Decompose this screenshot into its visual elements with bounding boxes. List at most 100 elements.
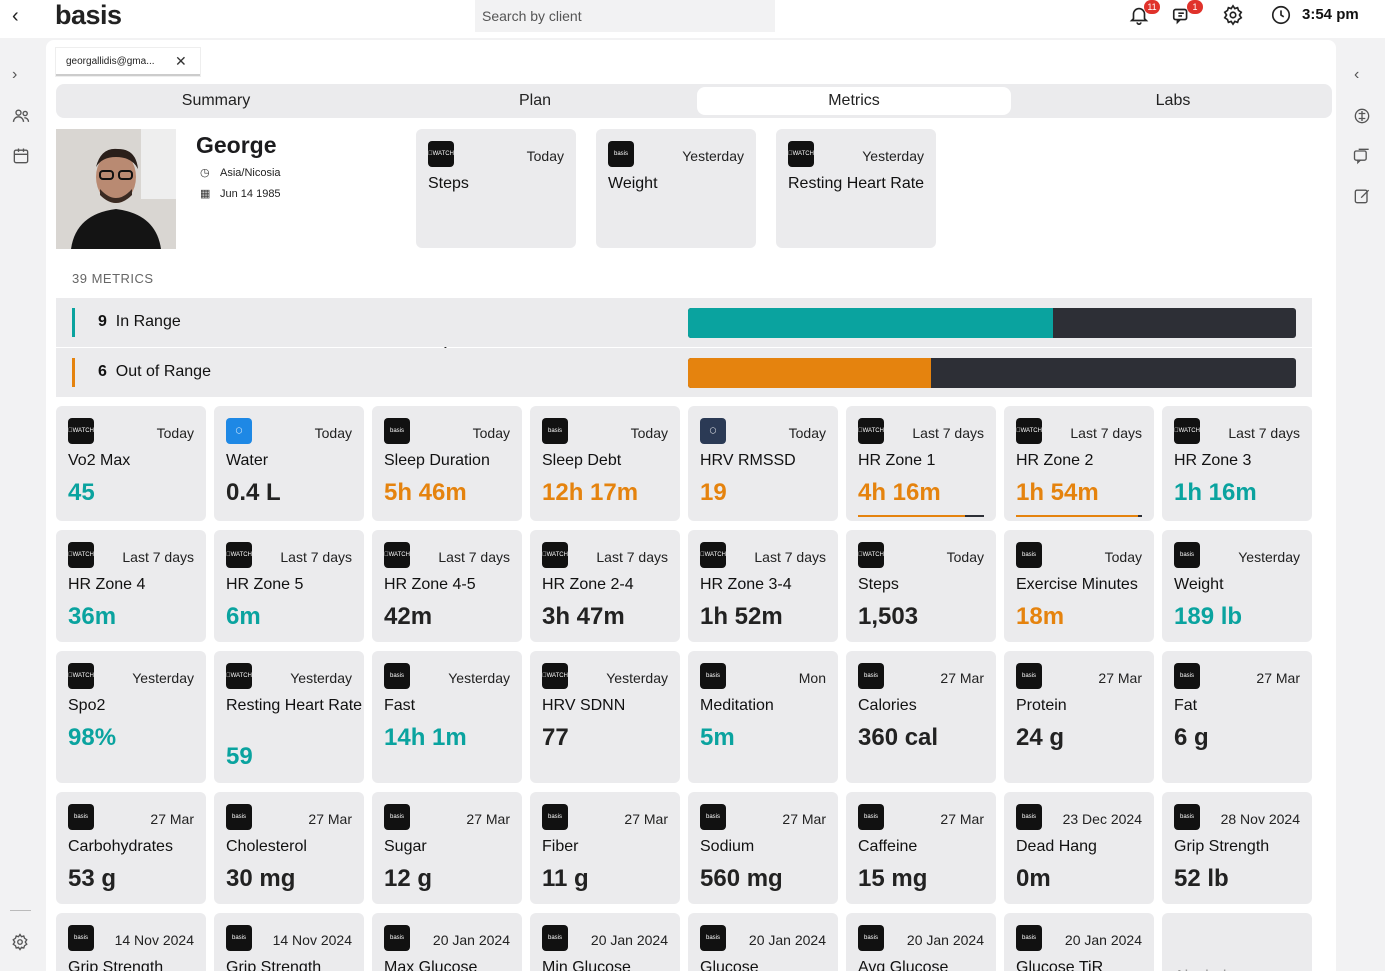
metric-card[interactable]: ◯ Today Water 0.4 L	[214, 406, 364, 521]
metric-value: 189 lb	[1174, 603, 1243, 630]
metric-card[interactable]: WATCH Last 7 days HR Zone 2-4 3h 47m	[530, 530, 680, 642]
metric-card[interactable]: basis 20 Jan 2024 Avg Glucose	[846, 913, 996, 971]
metric-card[interactable]: WATCH Last 7 days HR Zone 4 36m	[56, 530, 206, 642]
metric-time: 20 Jan 2024	[432, 932, 510, 948]
metric-card[interactable]: basis 27 Mar Caffeine 15 mg	[846, 792, 996, 904]
metric-card[interactable]: basis Mon Meditation 5m	[688, 651, 838, 783]
metric-card[interactable]: basisYesterdayWeight189 lb	[596, 129, 756, 353]
metric-card[interactable]: basis Today Sleep Debt 12h 17m	[530, 406, 680, 521]
metric-time: Today	[156, 425, 194, 441]
metric-card[interactable]: basis Today Sleep Duration 5h 46m	[372, 406, 522, 521]
metric-card[interactable]: basis 27 Mar Fiber 11 g	[530, 792, 680, 904]
ai-assistant-icon[interactable]	[1352, 106, 1372, 126]
apple-watch-icon: WATCH	[700, 542, 726, 568]
metric-card[interactable]: WATCH Last 7 days HR Zone 5 6m	[214, 530, 364, 642]
metric-time: 20 Jan 2024	[748, 932, 826, 948]
metric-label: Sodium	[700, 838, 755, 855]
metric-card[interactable]: WATCH Last 7 days HR Zone 3-4 1h 52m	[688, 530, 838, 642]
metric-card[interactable]: basis 20 Jan 2024 Min Glucose	[530, 913, 680, 971]
bell-icon[interactable]: 11	[1128, 0, 1160, 28]
metric-label: Grip Strength	[226, 959, 322, 971]
basis-device-icon: basis	[68, 925, 94, 951]
tab-plan[interactable]: Plan	[378, 87, 692, 115]
metric-card[interactable]: basis Today Exercise Minutes 18m	[1004, 530, 1154, 642]
metric-card[interactable]: basis 27 Mar Carbohydrates 53 g	[56, 792, 206, 904]
search-input[interactable]	[475, 0, 775, 32]
client-tab-chip[interactable]: georgallidis@gma... ✕	[56, 48, 200, 76]
metric-card[interactable]: basis Yesterday Fast 14h 1m	[372, 651, 522, 783]
left-sidebar: ›	[0, 48, 42, 971]
metric-card[interactable]: basis 23 Dec 2024 Dead Hang 0m	[1004, 792, 1154, 904]
close-icon[interactable]: ✕	[175, 53, 187, 70]
metric-card[interactable]: WATCHTodaySteps1,503	[846, 530, 996, 642]
metric-label: HR Zone 3-4	[700, 576, 792, 593]
metric-card[interactable]: basis 27 Mar Protein 24 g	[1004, 651, 1154, 783]
metric-label: Avg Glucose	[858, 959, 949, 971]
metric-card[interactable]: basis 27 Mar Sugar 12 g	[372, 792, 522, 904]
calendar-icon[interactable]	[11, 146, 31, 166]
metric-card[interactable]: WATCHTodaySteps1,503	[416, 129, 576, 353]
metric-card[interactable]: Alcohol	[1162, 913, 1312, 971]
metric-card[interactable]: WATCHYesterdayResting Heart Rate59	[214, 651, 364, 783]
range-bar-fill	[688, 308, 1053, 338]
metric-card[interactable]: WATCH Yesterday Spo2 98%	[56, 651, 206, 783]
current-time: 3:54 pm	[1302, 6, 1359, 23]
messages-icon[interactable]: 1	[1171, 0, 1203, 28]
metric-value: 360 cal	[858, 724, 939, 751]
metric-card[interactable]: WATCH Last 7 days HR Zone 2 1h 54m	[1004, 406, 1154, 521]
metric-time: 27 Mar	[466, 811, 510, 827]
metric-label: HR Zone 2	[1016, 452, 1094, 469]
metric-value: 1,503	[858, 603, 919, 630]
metric-card[interactable]: WATCH Last 7 days HR Zone 1 4h 16m	[846, 406, 996, 521]
metric-time: 27 Mar	[150, 811, 194, 827]
metric-card[interactable]: basisYesterdayWeight189 lb	[1162, 530, 1312, 642]
metric-card[interactable]: WATCH Today Vo2 Max 45	[56, 406, 206, 521]
metric-card[interactable]: WATCHYesterdayResting Heart Rate59	[776, 129, 936, 353]
metric-value: 0m	[1016, 865, 1051, 892]
metric-label: Spo2	[68, 697, 106, 714]
basis-device-icon: basis	[1174, 663, 1200, 689]
metric-card[interactable]: basis 27 Mar Cholesterol 30 mg	[214, 792, 364, 904]
settings-gear-icon[interactable]	[1222, 4, 1246, 28]
range-row[interactable]: 9 In Range	[56, 298, 1312, 347]
metric-card[interactable]: basis 20 Jan 2024 Max Glucose	[372, 913, 522, 971]
metric-card[interactable]: basis 27 Mar Calories 360 cal	[846, 651, 996, 783]
metric-card[interactable]: WATCH Yesterday HRV SDNN 77	[530, 651, 680, 783]
sidebar-settings-icon[interactable]	[11, 933, 31, 953]
metric-card[interactable]: basis 20 Jan 2024 Glucose TiR	[1004, 913, 1154, 971]
dob-text: Jun 14 1985	[220, 188, 281, 200]
chat-icon[interactable]	[1352, 146, 1372, 166]
metric-card[interactable]: basis 14 Nov 2024 Grip Strength	[214, 913, 364, 971]
metric-card[interactable]: basis 27 Mar Sodium 560 mg	[688, 792, 838, 904]
tab-summary[interactable]: Summary	[59, 87, 373, 115]
edit-note-icon[interactable]	[1352, 186, 1372, 206]
metric-card[interactable]: basis 20 Jan 2024 Glucose	[688, 913, 838, 971]
basis-device-icon: basis	[1016, 925, 1042, 951]
tab-metrics[interactable]: Metrics	[697, 87, 1011, 115]
metric-card[interactable]: WATCH Last 7 days HR Zone 4-5 42m	[372, 530, 522, 642]
metric-time: Last 7 days	[754, 549, 826, 565]
basis-device-icon: basis	[1016, 663, 1042, 689]
apple-watch-icon: WATCH	[226, 542, 252, 568]
collapse-chevron-icon[interactable]: ‹	[1354, 66, 1374, 86]
range-row[interactable]: 6 Out of Range	[56, 348, 1312, 397]
metric-time: Last 7 days	[280, 549, 352, 565]
metric-label: Dead Hang	[1016, 838, 1097, 855]
metric-value: 1h 16m	[1174, 479, 1257, 506]
metric-card[interactable]: ◯ Today HRV RMSSD 19	[688, 406, 838, 521]
basis-device-icon: basis	[700, 925, 726, 951]
metric-card[interactable]: basis 27 Mar Fat 6 g	[1162, 651, 1312, 783]
metric-time: 20 Jan 2024	[906, 932, 984, 948]
expand-chevron-icon[interactable]: ›	[12, 66, 32, 86]
clock-icon	[1270, 4, 1294, 28]
apple-watch-icon: WATCH	[1174, 418, 1200, 444]
metric-card[interactable]: basis 14 Nov 2024 Grip Strength	[56, 913, 206, 971]
metric-card[interactable]: WATCH Last 7 days HR Zone 3 1h 16m	[1162, 406, 1312, 521]
water-tracker-icon: ◯	[226, 418, 252, 444]
metric-card[interactable]: basis 28 Nov 2024 Grip Strength 52 lb	[1162, 792, 1312, 904]
clients-icon[interactable]	[11, 106, 31, 126]
metric-time: Yesterday	[682, 148, 744, 164]
tab-labs[interactable]: Labs	[1016, 87, 1330, 115]
metric-value: 14h 1m	[384, 724, 467, 751]
back-chevron-icon[interactable]: ‹	[12, 5, 19, 28]
